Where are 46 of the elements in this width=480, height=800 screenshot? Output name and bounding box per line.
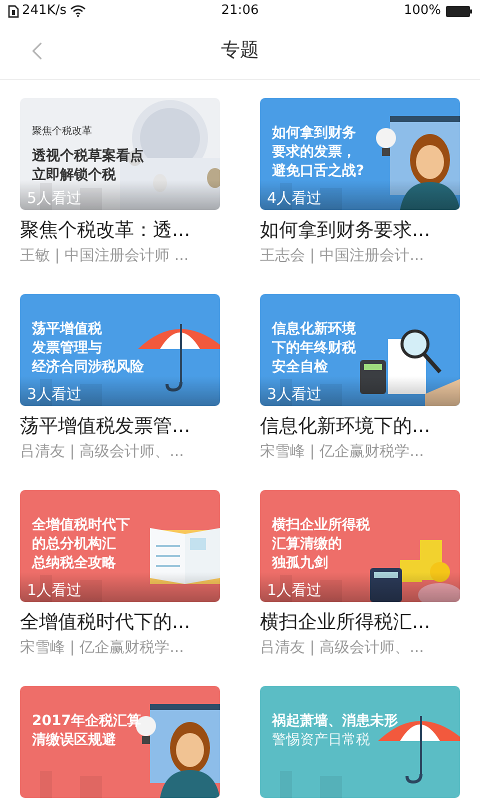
view-count: 3人看过 (267, 384, 322, 404)
card-author: 吕清友 | 高级会计师、... (260, 637, 425, 658)
cover-text: 警惕资产日常税 (272, 731, 370, 750)
cover-text: 总纳税全攻略 (32, 554, 116, 573)
card-author: 宋雪峰 | 亿企赢财税学... (20, 637, 185, 658)
cover-text: 清缴误区规避 (32, 731, 116, 750)
card-title[interactable]: 聚焦个税改革：透... (20, 217, 220, 243)
cover-text: 聚焦个税改革 (32, 124, 92, 139)
cover-text: 祸起萧墙、消患未形 (272, 712, 398, 731)
cover-text: 荡平增值税 (32, 320, 102, 339)
sim-card-icon (8, 4, 19, 18)
card-title[interactable]: 如何拿到财务要求... (260, 217, 460, 243)
card-author: 吕清友 | 高级会计师、... (20, 441, 185, 462)
cover-text: 横扫企业所得税 (272, 516, 370, 535)
cover-text: 如何拿到财务 (272, 124, 356, 143)
cover-text: 安全自检 (272, 358, 328, 377)
cover-text: 发票管理与 (32, 339, 102, 358)
network-speed: 241K/s (22, 2, 66, 20)
wifi-icon (70, 5, 86, 17)
cover-text: 下的年终财税 (272, 339, 356, 358)
view-count: 4人看过 (267, 188, 322, 208)
card-title[interactable]: 信息化新环境下的... (260, 413, 460, 439)
battery-percent: 100% (404, 2, 441, 20)
clock: 21:06 (221, 2, 259, 20)
view-count: 3人看过 (27, 384, 82, 404)
cover-text: 避免口舌之战? (272, 162, 364, 181)
card-title[interactable]: 全增值税时代下的... (20, 609, 220, 635)
view-count: 1人看过 (27, 580, 82, 600)
battery-icon (446, 6, 472, 16)
card-title[interactable]: 横扫企业所得税汇... (260, 609, 460, 635)
card-title[interactable]: 荡平增值税发票管... (20, 413, 220, 439)
card-author: 王敏 | 中国注册会计师 ... (20, 245, 190, 266)
cover-text: 汇算清缴的 (272, 535, 342, 554)
cover-text: 立即解锁个税 (32, 166, 116, 185)
cover-text: 信息化新环境 (272, 320, 356, 339)
cover-text: 独孤九剑 (272, 554, 328, 573)
card-author: 宋雪峰 | 亿企赢财税学... (260, 441, 425, 462)
view-count: 5人看过 (27, 188, 82, 208)
cover-text: 经济合同涉税风险 (32, 358, 144, 377)
cover-text: 全增值税时代下 (32, 516, 130, 535)
view-count: 1人看过 (267, 580, 322, 600)
page-title: 专题 (221, 38, 259, 64)
cover-text: 的总分机构汇 (32, 535, 116, 554)
cover-text: 要求的发票， (272, 143, 356, 162)
cover-text: 透视个税草案看点 (32, 147, 144, 166)
card-author: 王志会 | 中国注册会计... (260, 245, 425, 266)
